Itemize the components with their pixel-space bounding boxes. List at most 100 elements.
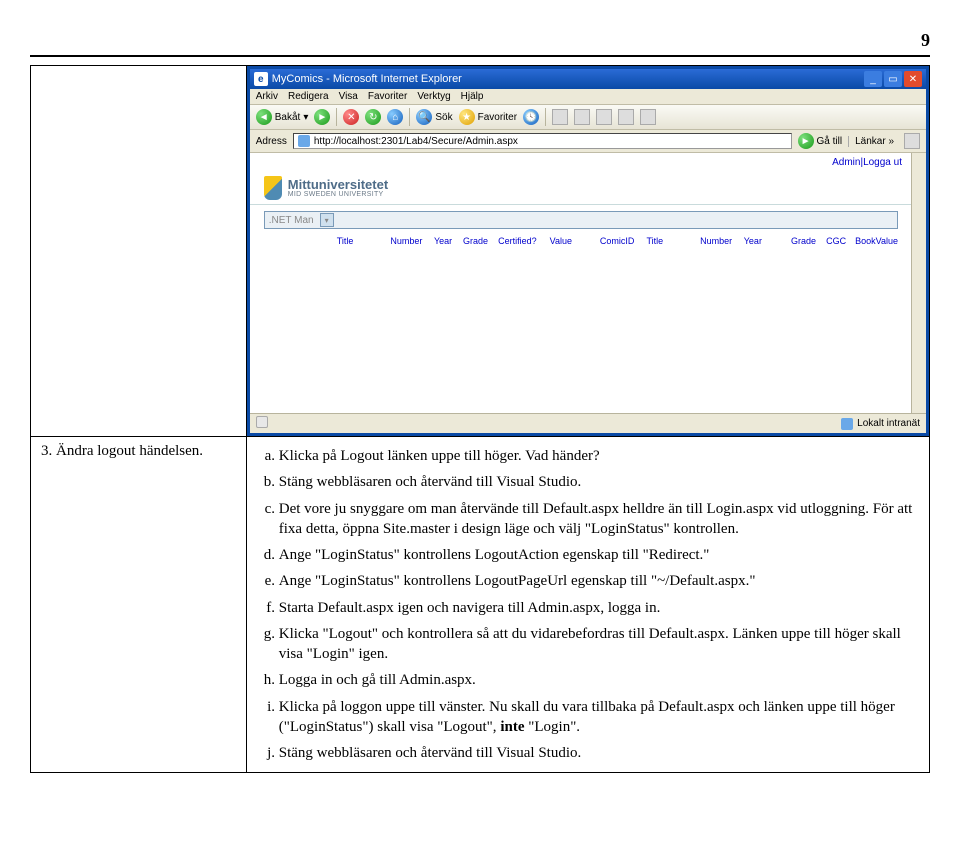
separator bbox=[545, 108, 546, 126]
cell-cgc[interactable] bbox=[824, 247, 853, 413]
chevron-down-icon: ▾ bbox=[303, 112, 308, 123]
refresh-icon[interactable]: ↻ bbox=[365, 109, 381, 125]
print-icon[interactable] bbox=[574, 109, 590, 125]
col-number-r[interactable]: Number bbox=[698, 235, 742, 247]
history-icon[interactable]: 🕓 bbox=[523, 109, 539, 125]
instruction-list: Klicka på Logout länken uppe till höger.… bbox=[257, 443, 919, 766]
go-label: Gå till bbox=[817, 136, 843, 147]
col-grade-r[interactable]: Grade bbox=[789, 235, 824, 247]
minimize-button[interactable]: _ bbox=[864, 71, 882, 87]
address-url: http://localhost:2301/Lab4/Secure/Admin.… bbox=[314, 136, 518, 147]
cell-value: 175,00 kr bbox=[548, 247, 598, 413]
window-title: MyComics - Microsoft Internet Explorer bbox=[272, 73, 462, 85]
admin-link[interactable]: Admin bbox=[832, 157, 860, 168]
logo[interactable]: Mittuniversitetet MID SWEDEN UNIVERSITY bbox=[250, 172, 912, 205]
col-cgc[interactable]: CGC bbox=[824, 235, 853, 247]
links-extra-icon[interactable] bbox=[904, 133, 920, 149]
discuss-icon[interactable] bbox=[618, 109, 634, 125]
col-number[interactable]: Number bbox=[388, 235, 432, 247]
page-icon bbox=[298, 135, 310, 147]
row1-left bbox=[31, 66, 247, 437]
ie-statusbar: Lokalt intranät bbox=[250, 413, 926, 433]
status-left-icon bbox=[256, 416, 268, 428]
step-title: Ändra logout händelsen. bbox=[56, 443, 203, 459]
links-bar[interactable]: Länkar » bbox=[848, 136, 894, 147]
col-value[interactable]: Value bbox=[548, 235, 598, 247]
menu-arkiv[interactable]: Arkiv bbox=[256, 91, 278, 102]
step-i: Klicka på loggon uppe till vänster. Nu s… bbox=[279, 694, 919, 741]
step-d: Ange "LoginStatus" kontrollens LogoutAct… bbox=[279, 542, 919, 568]
dropdown-value: .NET Man bbox=[269, 215, 314, 226]
address-label: Adress bbox=[256, 136, 287, 147]
title-dropdown[interactable]: .NET Man ▾ bbox=[264, 211, 898, 229]
cell-comicid: 1004 bbox=[598, 247, 645, 413]
step-h: Logga in och gå till Admin.aspx. bbox=[279, 667, 919, 693]
page-content: Admin | Logga ut Mittuniversitetet MID S… bbox=[250, 153, 926, 413]
cell-bookvalue: 175,0000 bbox=[853, 247, 910, 413]
go-icon: ► bbox=[798, 133, 814, 149]
cell-grade: 6,0 bbox=[461, 247, 496, 413]
menu-redigera[interactable]: Redigera bbox=[288, 91, 329, 102]
stop-icon[interactable]: ✕ bbox=[343, 109, 359, 125]
col-certified[interactable]: Certified? bbox=[496, 235, 547, 247]
favorites-label: Favoriter bbox=[478, 112, 517, 123]
home-icon[interactable]: ⌂ bbox=[387, 109, 403, 125]
favorites-button[interactable]: ★ Favoriter bbox=[459, 109, 517, 125]
col-comicid[interactable]: ComicID bbox=[598, 235, 645, 247]
logout-link[interactable]: Logga ut bbox=[863, 157, 902, 168]
links-label: Länkar bbox=[855, 136, 886, 147]
maximize-button[interactable]: ▭ bbox=[884, 71, 902, 87]
col-blank1 bbox=[252, 235, 290, 247]
menu-favoriter[interactable]: Favoriter bbox=[368, 91, 407, 102]
step-i-pre: Klicka på loggon uppe till vänster. Nu s… bbox=[279, 699, 895, 735]
cell-number-r: 1 bbox=[698, 247, 742, 413]
back-label: Bakåt bbox=[275, 112, 301, 123]
logo-title: Mittuniversitetet bbox=[288, 178, 388, 191]
mail-icon[interactable] bbox=[552, 109, 568, 125]
back-icon: ◄ bbox=[256, 109, 272, 125]
step-c: Det vore ju snyggare om man återvände ti… bbox=[279, 496, 919, 543]
chevron-right-icon: » bbox=[888, 136, 894, 147]
cell-certified[interactable] bbox=[496, 247, 547, 413]
cell-number: 1 bbox=[388, 247, 432, 413]
go-button[interactable]: ► Gå till bbox=[798, 133, 843, 149]
step-f: Starta Default.aspx igen och navigera ti… bbox=[279, 595, 919, 621]
menu-hjalp[interactable]: Hjälp bbox=[461, 91, 484, 102]
col-bookvalue[interactable]: BookValue bbox=[853, 235, 910, 247]
ie-toolbar: ◄ Bakåt ▾ ► ✕ ↻ ⌂ 🔍 Sök bbox=[250, 105, 926, 130]
address-field[interactable]: http://localhost:2301/Lab4/Secure/Admin.… bbox=[293, 133, 792, 149]
menu-verktyg[interactable]: Verktyg bbox=[417, 91, 450, 102]
zone-icon bbox=[841, 418, 853, 430]
status-zone: Lokalt intranät bbox=[857, 418, 920, 429]
cell-grade-r-empty bbox=[789, 247, 824, 413]
page-number: 9 bbox=[921, 30, 930, 51]
col-year[interactable]: Year bbox=[432, 235, 461, 247]
col-year-r[interactable]: Year bbox=[742, 235, 789, 247]
step-b: Stäng webbläsaren och återvänd till Visu… bbox=[279, 469, 919, 495]
cell-year: 2003 bbox=[432, 247, 461, 413]
ie-addressbar: Adress http://localhost:2301/Lab4/Secure… bbox=[250, 130, 926, 153]
col-title[interactable]: Title bbox=[335, 235, 389, 247]
col-title-r[interactable]: Title bbox=[644, 235, 698, 247]
research-icon[interactable] bbox=[640, 109, 656, 125]
step-j: Stäng webbläsaren och återvänd till Visu… bbox=[279, 740, 919, 766]
menu-visa[interactable]: Visa bbox=[339, 91, 358, 102]
step-i-post: "Login". bbox=[524, 719, 580, 735]
logo-subtitle: MID SWEDEN UNIVERSITY bbox=[288, 191, 388, 198]
step-number: 3. bbox=[41, 443, 52, 459]
col-blank2 bbox=[290, 235, 335, 247]
back-button[interactable]: ◄ Bakåt ▾ bbox=[256, 109, 309, 125]
edit-icon[interactable] bbox=[596, 109, 612, 125]
step-e: Ange "LoginStatus" kontrollens LogoutPag… bbox=[279, 568, 919, 594]
cell-title: .NET Man bbox=[335, 247, 389, 413]
close-button[interactable]: ✕ bbox=[904, 71, 922, 87]
search-button[interactable]: 🔍 Sök bbox=[416, 109, 452, 125]
separator bbox=[409, 108, 410, 126]
forward-icon: ► bbox=[314, 109, 330, 125]
ie-app-icon: e bbox=[254, 72, 268, 86]
col-grade[interactable]: Grade bbox=[461, 235, 496, 247]
step-i-bold: inte bbox=[500, 719, 524, 735]
forward-button[interactable]: ► bbox=[314, 109, 330, 125]
step-a: Klicka på Logout länken uppe till höger.… bbox=[279, 443, 919, 469]
search-label: Sök bbox=[435, 112, 452, 123]
